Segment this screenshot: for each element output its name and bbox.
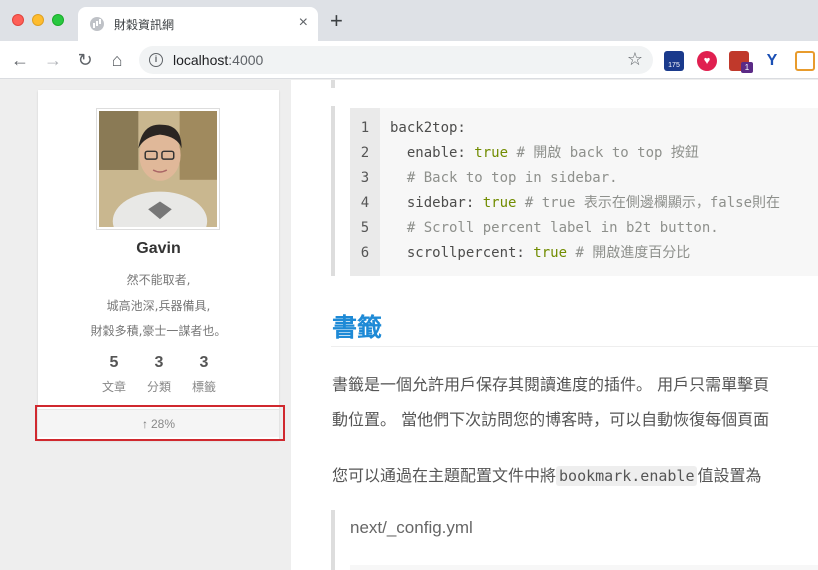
y-extension-icon[interactable]: Y — [762, 51, 782, 71]
stat-categories-count: 3 — [154, 354, 164, 371]
author-name: Gavin — [136, 240, 181, 257]
stat-posts-label: 文章 — [101, 380, 126, 394]
calendar-extension-icon[interactable]: 175 — [664, 51, 684, 71]
site-favicon-icon — [90, 17, 104, 31]
code-text: back2top: — [390, 116, 466, 141]
code-token: enable: — [390, 145, 475, 161]
line-number: 5 — [360, 220, 370, 236]
translate-badge: 1 — [741, 62, 753, 73]
main-content: 1 back2top: 2 enable: true # 開啟 back to to… — [291, 80, 818, 570]
para3-text-before: 您可以通過在主題配置文件中將 — [332, 466, 557, 485]
heart-extension-icon[interactable]: ♥ — [697, 51, 717, 71]
paragraph-bookmark-config: 您可以通過在主題配置文件中將 bookmark.enable 值設置為 — [332, 462, 762, 486]
stat-tags-count: 3 — [199, 354, 209, 371]
inline-code: bookmark.enable — [556, 466, 698, 486]
stat-posts[interactable]: 5 文章 — [94, 354, 134, 395]
code-token: back2top: — [390, 120, 466, 136]
blockquote-bar — [331, 510, 335, 570]
motto-line-3: 財穀多積,豪士一謀者也。 — [90, 324, 227, 338]
paragraph-line-2: 動位置。 當他們下次訪問您的博客時，可以自動恢復每個頁面 — [332, 410, 770, 429]
code-keyword: true — [474, 145, 509, 161]
active-tab[interactable]: 財穀資訊網 × — [78, 7, 318, 41]
tab-title: 財穀資訊網 — [114, 18, 175, 32]
stat-categories[interactable]: 3 分類 — [139, 354, 179, 395]
info-icon[interactable]: i — [149, 53, 163, 67]
code-text: sidebar: true # true 表示在側邊欄顯示，false則在 — [390, 191, 780, 216]
code-comment: # 開啟 back to top 按鈕 — [508, 145, 699, 161]
back-arrow-icon[interactable]: ← — [9, 49, 31, 71]
avatar — [96, 108, 220, 230]
line-number: 1 — [360, 120, 370, 136]
blockquote-bar — [331, 80, 335, 88]
picture-extension-icon[interactable] — [795, 51, 815, 71]
forward-arrow-icon[interactable]: → — [42, 49, 64, 71]
line-number: 6 — [360, 245, 370, 261]
stat-categories-label: 分類 — [146, 380, 171, 394]
minimize-window-button[interactable] — [32, 14, 44, 26]
new-tab-button[interactable]: + — [330, 10, 343, 32]
url-port: :4000 — [228, 52, 264, 68]
stat-tags[interactable]: 3 標籤 — [184, 354, 224, 395]
motto-line-1: 然不能取者, — [126, 273, 191, 287]
highlight-annotation — [35, 405, 285, 441]
heading-divider — [331, 346, 818, 347]
star-icon[interactable]: ☆ — [627, 49, 643, 70]
section-heading: 書籤 — [332, 313, 383, 342]
code-comment: # 開啟進度百分比 — [567, 245, 691, 261]
code-comment: # Back to top in sidebar. — [390, 170, 618, 186]
code-keyword: true — [482, 195, 517, 211]
code-quote-bar — [331, 106, 335, 276]
code-comment: # true 表示在側邊欄顯示，false則在 — [516, 195, 781, 211]
code-block: 1 back2top: 2 enable: true # 開啟 back to to… — [350, 108, 818, 276]
close-window-button[interactable] — [12, 14, 24, 26]
home-icon[interactable]: ⌂ — [106, 49, 128, 71]
code-text: # Back to top in sidebar. — [390, 166, 618, 191]
url-host: localhost — [173, 52, 229, 68]
paragraph-line-1: 書籤是一個允許用戶保存其閱讀進度的插件。 用戶只需單擊頁 — [332, 375, 770, 394]
code-text: # Scroll percent label in b2t button. — [390, 216, 719, 241]
code-keyword: true — [533, 245, 568, 261]
maximize-window-button[interactable] — [52, 14, 64, 26]
browser-toolbar: ← → ↻ ⌂ i localhost:4000 ☆ 175 ♥ 1 Y — [0, 41, 818, 79]
line-number: 4 — [360, 195, 370, 211]
tab-close-icon[interactable]: × — [299, 13, 308, 33]
tab-bar: 財穀資訊網 × + — [0, 0, 818, 41]
url-text[interactable]: localhost:4000 — [173, 52, 263, 68]
code-comment: # Scroll percent label in b2t button. — [390, 220, 719, 236]
address-bar[interactable]: i localhost:4000 ☆ — [139, 46, 653, 74]
code-token: sidebar: — [390, 195, 483, 211]
stat-posts-count: 5 — [109, 354, 119, 371]
code-token: scrollpercent: — [390, 245, 534, 261]
line-number: 3 — [360, 170, 370, 186]
sidebar-overview: Gavin 然不能取者, 城高池深,兵器備具, 財穀多積,豪士一謀者也。 5 文… — [38, 90, 279, 440]
config-file-path: next/_config.yml — [350, 518, 473, 537]
para3-text-after: 值設置為 — [697, 466, 762, 485]
calendar-badge: 175 — [668, 62, 680, 69]
code-text: enable: true # 開啟 back to top 按鈕 — [390, 141, 699, 166]
motto-line-2: 城高池深,兵器備具, — [106, 299, 211, 313]
code-text: scrollpercent: true # 開啟進度百分比 — [390, 241, 690, 266]
line-number: 2 — [360, 145, 370, 161]
stat-tags-label: 標籤 — [191, 380, 216, 394]
code-block-next — [350, 565, 818, 570]
page-viewport: Gavin 然不能取者, 城高池深,兵器備具, 財穀多積,豪士一謀者也。 5 文… — [0, 80, 818, 570]
reload-icon[interactable]: ↻ — [74, 49, 96, 71]
